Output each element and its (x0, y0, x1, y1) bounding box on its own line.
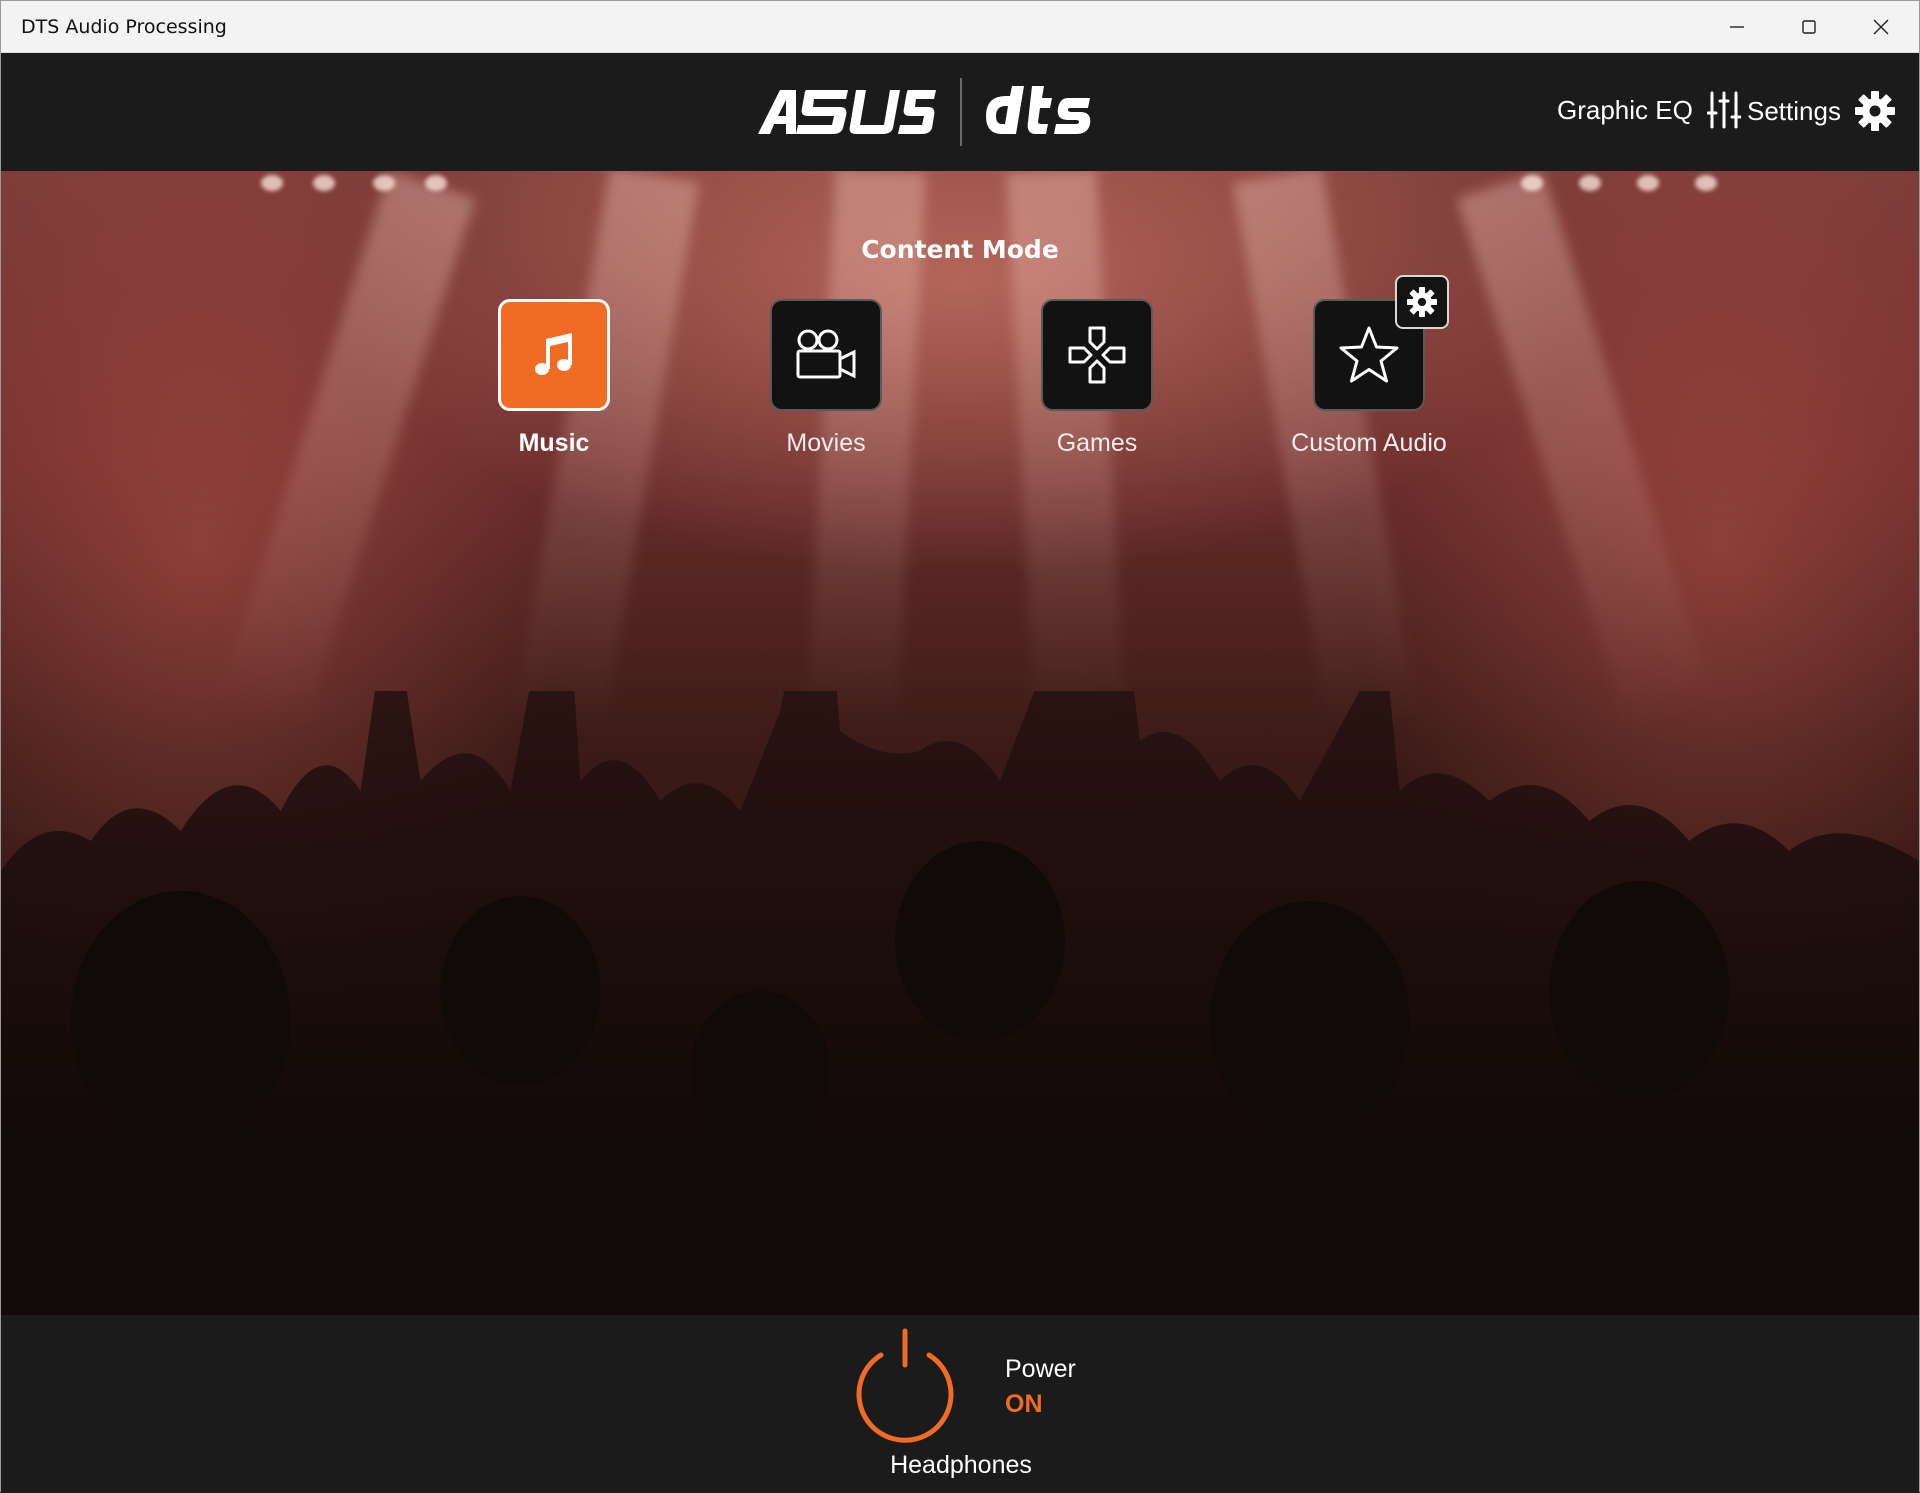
stage-light (1695, 175, 1717, 191)
power-state: ON (1005, 1390, 1043, 1418)
custom-audio-settings-button[interactable] (1395, 275, 1449, 329)
app-header: Graphic EQ Settings (1, 53, 1919, 171)
graphic-eq-label: Graphic EQ (1557, 94, 1693, 125)
crowd-silhouette (1, 691, 1919, 1315)
power-icon[interactable] (845, 1325, 965, 1445)
mode-games-label: Games (1056, 429, 1138, 457)
mode-movies[interactable]: Movies (711, 299, 941, 458)
output-device-label: Headphones (890, 1451, 1032, 1479)
minimize-icon (1730, 26, 1744, 28)
mode-music-tile[interactable] (498, 299, 610, 411)
minimize-button[interactable] (1701, 1, 1773, 53)
window-title: DTS Audio Processing (21, 16, 227, 38)
dts-logo (986, 86, 1091, 134)
stage-light (313, 175, 335, 191)
stage-light (261, 175, 283, 191)
gear-icon (1407, 287, 1437, 317)
close-icon (1873, 19, 1889, 35)
stage-light (1521, 175, 1543, 191)
maximize-icon (1802, 20, 1816, 34)
graphic-eq-button[interactable]: Graphic EQ (1557, 91, 1741, 129)
movie-camera-icon (796, 329, 856, 379)
gear-icon (1854, 91, 1895, 131)
mode-movies-tile[interactable] (770, 299, 882, 411)
power-status: Power ON (1005, 1355, 1076, 1419)
mode-music-label: Music (518, 429, 590, 457)
hero-background: Content Mode Music Movies Games Custom A… (1, 171, 1919, 1315)
maximize-button[interactable] (1773, 1, 1845, 53)
footer-bar: Power ON Headphones (1, 1315, 1919, 1493)
settings-label: Settings (1747, 95, 1841, 126)
settings-button[interactable]: Settings (1747, 91, 1895, 131)
stage-light (1637, 175, 1659, 191)
brand-logo (756, 77, 1096, 147)
stage-light (373, 175, 395, 191)
music-note-icon (535, 333, 572, 375)
mode-games-tile[interactable] (1041, 299, 1153, 411)
mode-games[interactable]: Games (982, 299, 1212, 458)
stage-light (425, 175, 447, 191)
title-bar: DTS Audio Processing (1, 1, 1919, 53)
mode-movies-label: Movies (786, 429, 866, 457)
stage-light (1579, 175, 1601, 191)
gamepad-icon (1068, 326, 1126, 384)
mode-music[interactable]: Music (439, 299, 669, 458)
app-window: DTS Audio Processing Graphic EQ Settings… (0, 0, 1920, 1493)
equalizer-icon (1706, 91, 1741, 129)
mode-custom-audio[interactable]: Custom Audio (1254, 275, 1484, 458)
mode-custom-audio-label: Custom Audio (1291, 429, 1447, 457)
brand-separator (960, 78, 962, 146)
asus-logo (758, 90, 936, 134)
mode-custom-audio-tile[interactable] (1313, 275, 1449, 411)
close-button[interactable] (1845, 1, 1917, 53)
content-mode-heading: Content Mode (861, 235, 1059, 264)
star-icon (1339, 326, 1399, 383)
power-label: Power (1005, 1355, 1076, 1383)
